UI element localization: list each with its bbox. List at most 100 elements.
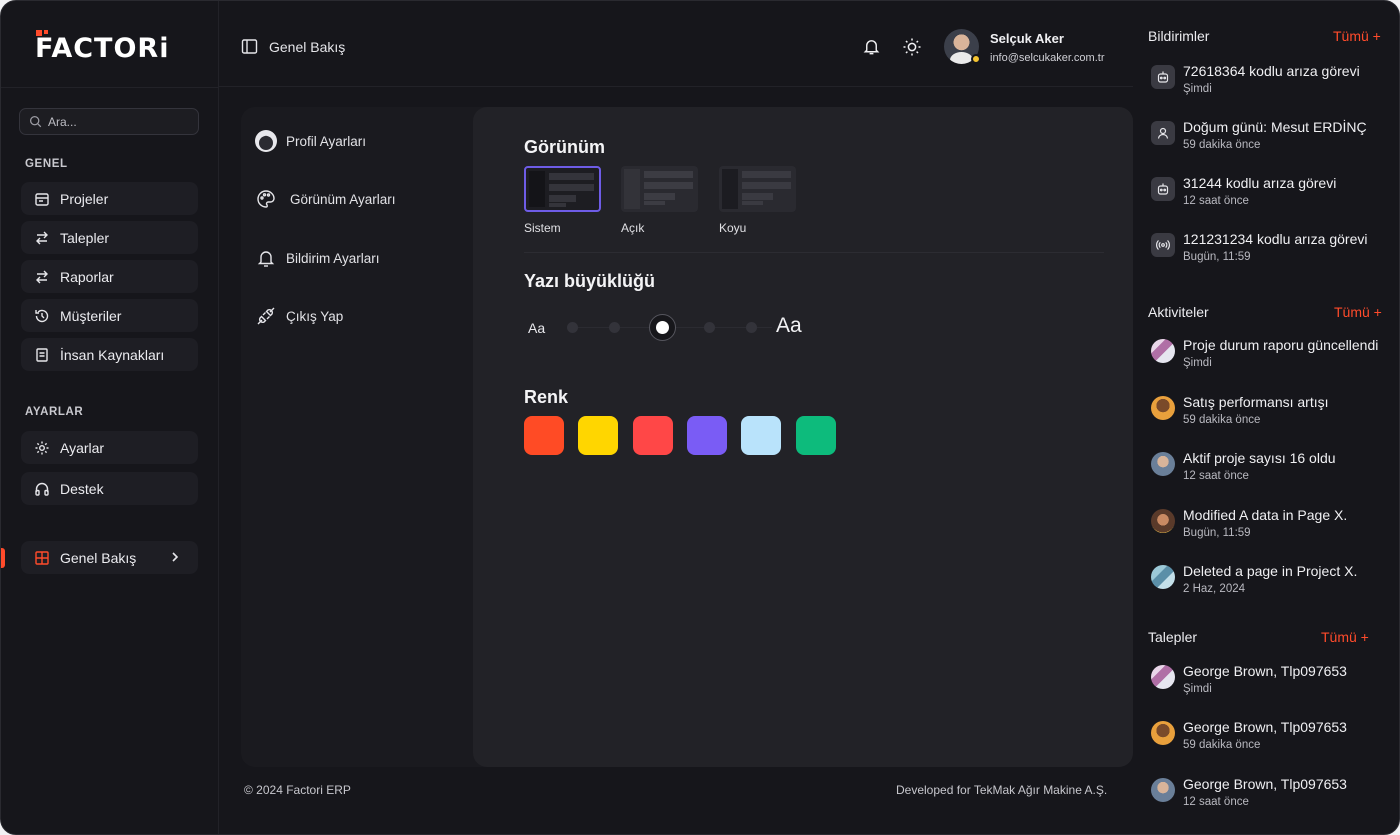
arrows-swap-icon	[36, 270, 48, 283]
search-icon	[29, 115, 42, 128]
request-item[interactable]: George Brown, Tlp097653 12 saat önce	[1151, 774, 1396, 814]
right-panel: Bildirimler Tümü + 72618364 kodlu arıza …	[1133, 1, 1399, 834]
notification-item[interactable]: Doğum günü: Mesut ERDİNÇ 59 dakika önce	[1151, 117, 1396, 157]
font-size-step[interactable]	[567, 322, 578, 333]
sidebar-item-label: İnsan Kaynakları	[60, 346, 165, 363]
sun-icon[interactable]	[902, 37, 922, 57]
font-size-knob[interactable]	[649, 314, 676, 341]
robot-icon	[1151, 177, 1175, 201]
top-header: Genel Bakış Selçuk Aker info@selcukaker.…	[219, 1, 1133, 87]
notification-time: 59 dakika önce	[1183, 139, 1261, 151]
activity-avatar	[1151, 339, 1175, 363]
font-size-step[interactable]	[609, 322, 620, 333]
notification-item[interactable]: 121231234 kodlu arıza görevi Bugün, 11:5…	[1151, 229, 1396, 269]
theme-option-system[interactable]	[524, 166, 601, 212]
activity-avatar	[1151, 452, 1175, 476]
notification-item[interactable]: 72618364 kodlu arıza görevi Şimdi	[1151, 61, 1396, 101]
theme-label-dark: Koyu	[719, 221, 747, 235]
requests-all-link[interactable]: Tümü +	[1321, 629, 1369, 645]
footer-developed: Developed for TekMak Ağır Makine A.Ş.	[896, 783, 1108, 797]
color-swatch-yellow[interactable]	[578, 416, 618, 455]
sidebar-item-talepler[interactable]: Talepler	[21, 221, 198, 254]
theme-option-light[interactable]	[621, 166, 698, 212]
color-swatch-light-blue[interactable]	[741, 416, 781, 455]
activity-time: 12 saat önce	[1183, 470, 1249, 482]
app-window: FACTORi Ara... GENEL Projeler Talepler R…	[0, 0, 1400, 835]
notifications-all-link[interactable]: Tümü +	[1333, 28, 1381, 44]
theme-option-dark[interactable]	[719, 166, 796, 212]
plug-icon	[257, 307, 275, 325]
sidebar-item-label: Genel Bakış	[60, 549, 137, 566]
divider	[524, 252, 1104, 253]
request-avatar	[1151, 721, 1175, 745]
font-size-step[interactable]	[704, 322, 715, 333]
activity-item[interactable]: Deleted a page in Project X. 2 Haz, 2024	[1151, 561, 1396, 601]
notification-item[interactable]: 31244 kodlu arıza görevi 12 saat önce	[1151, 173, 1396, 213]
headphones-icon	[35, 482, 49, 496]
font-size-step[interactable]	[746, 322, 757, 333]
activity-text: Proje durum raporu güncellendi	[1183, 337, 1379, 353]
sidebar-item-projeler[interactable]: Projeler	[21, 182, 198, 215]
activity-avatar	[1151, 509, 1175, 533]
sidebar-item-genel-bakis[interactable]: Genel Bakış	[21, 541, 198, 574]
arrows-swap-icon	[36, 231, 48, 244]
palette-icon	[257, 190, 275, 208]
user-icon	[1151, 121, 1175, 145]
activity-item[interactable]: Modified A data in Page X. Bugün, 11:59	[1151, 505, 1396, 545]
search-placeholder: Ara...	[48, 114, 77, 129]
color-title: Renk	[524, 387, 569, 407]
notification-text: 31244 kodlu arıza görevi	[1183, 175, 1337, 191]
notifications-title: Bildirimler	[1148, 28, 1210, 44]
settings-menu-label: Bildirim Ayarları	[286, 250, 380, 266]
page-title: Genel Bakış	[269, 39, 346, 55]
brand-logo[interactable]: FACTORi	[35, 30, 169, 64]
notification-text: Doğum günü: Mesut ERDİNÇ	[1183, 119, 1367, 135]
sidebar-item-ayarlar[interactable]: Ayarlar	[21, 431, 198, 464]
settings-menu-profile[interactable]: Profil Ayarları	[255, 130, 366, 152]
activity-text: Deleted a page in Project X.	[1183, 563, 1358, 579]
active-indicator	[1, 548, 5, 568]
user-email: info@selcukaker.com.tr	[990, 52, 1105, 64]
sidebar-toggle-icon[interactable]	[241, 38, 258, 55]
sidebar-item-label: Raporlar	[60, 268, 114, 285]
search-input[interactable]: Ara...	[19, 108, 199, 135]
color-swatch-orange[interactable]	[524, 416, 564, 455]
request-text: George Brown, Tlp097653	[1183, 663, 1347, 679]
activity-item[interactable]: Aktif proje sayısı 16 oldu 12 saat önce	[1151, 448, 1396, 488]
sidebar-item-raporlar[interactable]: Raporlar	[21, 260, 198, 293]
request-time: 12 saat önce	[1183, 796, 1249, 808]
settings-menu-notifications[interactable]: Bildirim Ayarları	[255, 247, 380, 269]
activities-all-link[interactable]: Tümü +	[1334, 304, 1382, 320]
activity-item[interactable]: Proje durum raporu güncellendi Şimdi	[1151, 335, 1396, 375]
color-swatch-purple[interactable]	[687, 416, 727, 455]
sidebar-item-insan-kaynaklari[interactable]: İnsan Kaynakları	[21, 338, 198, 371]
request-item[interactable]: George Brown, Tlp097653 59 dakika önce	[1151, 717, 1396, 757]
sidebar: FACTORi Ara... GENEL Projeler Talepler R…	[1, 1, 219, 834]
activity-item[interactable]: Satış performansı artışı 59 dakika önce	[1151, 392, 1396, 432]
settings-menu-logout[interactable]: Çıkış Yap	[255, 305, 343, 327]
status-dot	[971, 54, 981, 64]
grid-icon	[35, 550, 49, 565]
sidebar-item-label: Destek	[60, 480, 104, 497]
sidebar-item-label: Projeler	[60, 190, 109, 207]
appearance-content: Görünüm Sistem Açık Koyu Yazı büyüklüğü …	[473, 107, 1133, 767]
requests-title: Talepler	[1148, 629, 1198, 645]
color-swatch-red[interactable]	[633, 416, 673, 455]
section-general-label: GENEL	[25, 158, 68, 170]
color-swatch-green[interactable]	[796, 416, 836, 455]
footer-copyright: © 2024 Factori ERP	[244, 783, 351, 797]
robot-icon	[1151, 65, 1175, 89]
notification-text: 72618364 kodlu arıza görevi	[1183, 63, 1360, 79]
notification-time: Bugün, 11:59	[1183, 251, 1251, 263]
request-item[interactable]: George Brown, Tlp097653 Şimdi	[1151, 661, 1396, 701]
settings-menu-appearance[interactable]: Görünüm Ayarları	[255, 188, 396, 210]
bell-icon[interactable]	[862, 37, 881, 56]
notification-time: 12 saat önce	[1183, 195, 1249, 207]
gear-icon	[35, 441, 49, 454]
document-icon	[36, 347, 48, 362]
sidebar-item-musteriler[interactable]: Müşteriler	[21, 299, 198, 332]
calendar-icon	[35, 192, 49, 206]
activity-time: Bugün, 11:59	[1183, 527, 1251, 539]
sidebar-item-destek[interactable]: Destek	[21, 472, 198, 505]
bell-icon	[257, 251, 275, 267]
